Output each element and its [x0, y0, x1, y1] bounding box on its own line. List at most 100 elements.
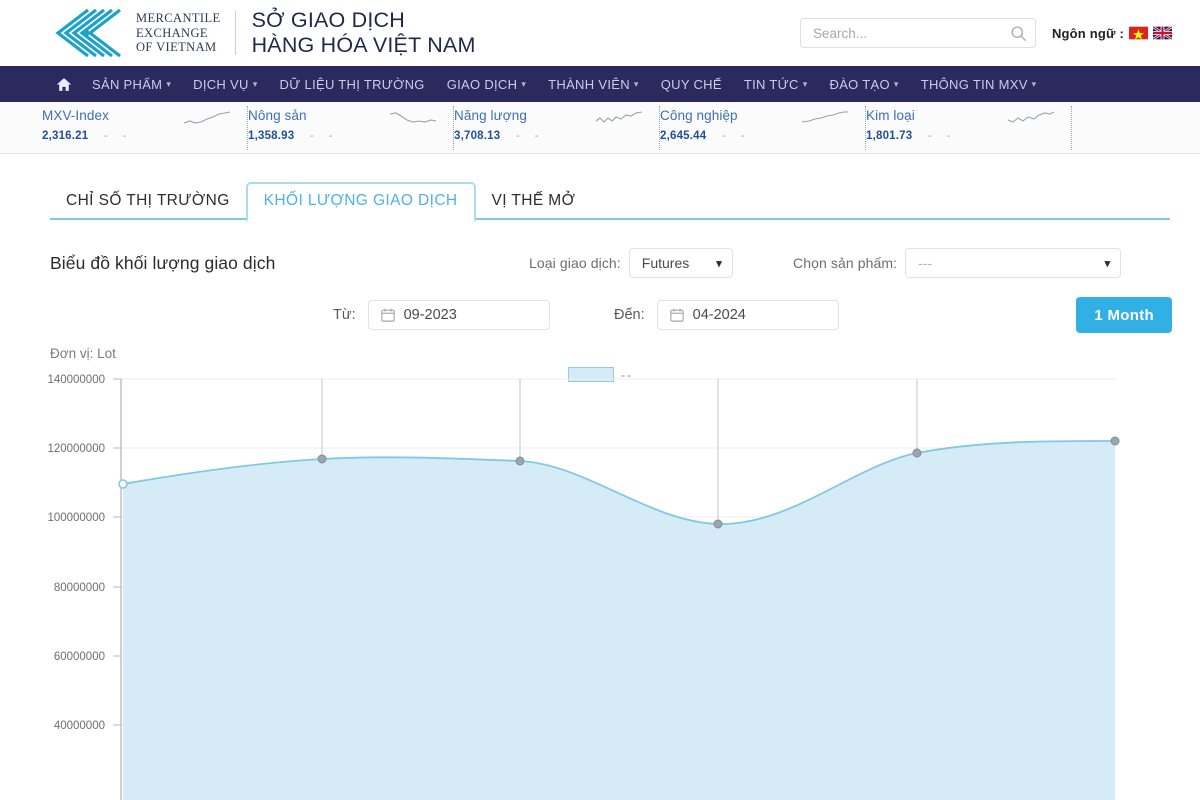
product-control: Chọn sản phấm: --- ▾	[793, 248, 1122, 278]
sparkline-icon	[595, 110, 643, 123]
range-1-month-button[interactable]: 1 Month	[1076, 297, 1172, 333]
chevron-down-icon: ▾	[802, 79, 808, 89]
chart-controls-row-2: Từ: 09-2023 Đến: 04-2024 1 Month	[0, 297, 1200, 333]
y-tick-label-2: 100000000	[47, 512, 105, 524]
nav-item-home[interactable]	[56, 77, 72, 92]
data-point[interactable]	[713, 519, 723, 529]
search-box[interactable]	[799, 18, 1036, 48]
to-date-input[interactable]: 04-2024	[656, 300, 839, 330]
to-date-value: 04-2024	[692, 307, 746, 323]
nav-label-5: QUY CHẾ	[660, 76, 722, 92]
search-input[interactable]	[812, 25, 1010, 41]
logo[interactable]: MERCANTILE EXCHANGE OF VIETNAM	[48, 7, 221, 59]
uk-flag-icon[interactable]	[1153, 26, 1172, 40]
from-label: Từ:	[333, 307, 356, 323]
nav-label-7: ĐÀO TẠO	[829, 76, 890, 92]
ticker-name: Công nghiệp	[660, 107, 738, 123]
trade-type-value: Futures	[641, 255, 690, 271]
nav-item-1[interactable]: DỊCH VỤ ▾	[193, 77, 257, 92]
index-ticker-bar: MXV-Index 2,316.21 - - Nông sản 1,358.93…	[0, 102, 1200, 154]
tab-khoi-luong-giao-dich[interactable]: KHỐI LƯỢNG GIAO DỊCH	[245, 182, 476, 222]
nav-item-2[interactable]: DỮ LIỆU THỊ TRƯỜNG	[280, 77, 425, 92]
to-label: Đến:	[614, 307, 645, 323]
chart-controls-row-1: Biểu đồ khối lượng giao dịch Loại giao d…	[0, 246, 1200, 280]
tab-label: KHỐI LƯỢNG GIAO DỊCH	[263, 192, 458, 209]
chevron-down-icon: ▾	[893, 79, 899, 89]
nav-item-0[interactable]: SẢN PHẨM ▾	[92, 77, 171, 92]
sparkline-icon	[1007, 111, 1055, 123]
y-tick-label-1: 120000000	[47, 443, 105, 455]
nav-item-7[interactable]: ĐÀO TẠO ▾	[830, 77, 899, 92]
y-tick-label-5: 40000000	[54, 720, 105, 732]
ticker-change: - -	[516, 129, 545, 142]
ticker-value: 1,358.93	[248, 129, 295, 142]
logo-line-2: EXCHANGE	[136, 25, 208, 40]
from-date-input[interactable]: 09-2023	[367, 300, 550, 330]
tab-chi-so-thi-truong[interactable]: CHỈ SỐ THỊ TRƯỜNG	[50, 182, 246, 220]
language-switcher[interactable]: Ngôn ngữ :	[1052, 26, 1172, 41]
ticker-name: Kim loại	[866, 107, 915, 123]
ticker-change: - -	[104, 129, 133, 142]
content-tabs: CHỈ SỐ THỊ TRƯỜNG KHỐI LƯỢNG GIAO DỊCH V…	[30, 180, 1170, 222]
ticker-name: MXV-Index	[42, 107, 109, 123]
page-title: Biểu đồ khối lượng giao dịch	[50, 252, 276, 273]
trade-type-label: Loại giao dịch:	[529, 255, 621, 271]
data-point[interactable]	[118, 479, 128, 489]
chevron-down-icon: ▾	[166, 79, 172, 89]
nav-item-3[interactable]: GIAO DỊCH ▾	[447, 77, 526, 92]
nav-item-5[interactable]: QUY CHẾ	[661, 77, 722, 92]
chart-unit-label: Đơn vị: Lot	[50, 346, 116, 361]
ticker-item-cong-nghiep[interactable]: Công nghiệp 2,645.44 - -	[660, 105, 866, 150]
nav-label-6: TIN TỨC	[743, 76, 799, 92]
chevron-down-icon: ▾	[521, 79, 527, 89]
tab-vi-the-mo[interactable]: VỊ THẾ MỞ	[476, 182, 592, 220]
ticker-name: Năng lượng	[454, 107, 527, 123]
volume-chart: -- 140000000 120000000 100000000 8000000…	[0, 367, 1200, 800]
search-icon[interactable]	[1010, 25, 1027, 42]
sparkline-icon	[801, 110, 848, 123]
ticker-item-mxv-index[interactable]: MXV-Index 2,316.21 - -	[42, 105, 248, 150]
trade-type-select[interactable]: Futures ▾	[628, 248, 733, 278]
vietnam-flag-icon[interactable]	[1129, 26, 1148, 40]
ticker-item-nang-luong[interactable]: Năng lượng 3,708.13 - -	[454, 105, 660, 150]
sparkline-icon	[389, 111, 437, 123]
nav-item-8[interactable]: THÔNG TIN MXV ▾	[921, 77, 1037, 92]
logo-wordmark: MERCANTILE EXCHANGE OF VIETNAM	[136, 11, 221, 55]
y-tick-marks	[113, 378, 121, 726]
nav-item-4[interactable]: THÀNH VIÊN ▾	[548, 77, 639, 92]
tab-label: VỊ THẾ MỞ	[491, 192, 576, 209]
brand-line-1: SỞ GIAO DỊCH	[251, 8, 405, 32]
ticker-item-kim-loai[interactable]: Kim loại 1,801.73 - -	[866, 105, 1072, 150]
language-label: Ngôn ngữ :	[1051, 25, 1124, 41]
ticker-value: 2,316.21	[42, 129, 89, 142]
data-point[interactable]	[515, 456, 525, 466]
site-header: MERCANTILE EXCHANGE OF VIETNAM SỞ GIAO D…	[0, 0, 1200, 66]
nav-label-4: THÀNH VIÊN	[548, 76, 630, 92]
nav-label-1: DỊCH VỤ	[193, 76, 249, 92]
ticker-change: - -	[928, 129, 957, 142]
nav-item-6[interactable]: TIN TỨC ▾	[744, 77, 808, 92]
ticker-change: - -	[310, 129, 339, 142]
to-date-control: Đến: 04-2024	[614, 300, 839, 330]
y-tick-label-0: 140000000	[47, 374, 105, 386]
data-point[interactable]	[1110, 436, 1120, 446]
nav-label-0: SẢN PHẨM	[92, 76, 163, 92]
data-point[interactable]	[317, 454, 327, 464]
data-point[interactable]	[912, 448, 922, 458]
chevron-down-icon: ▾	[1104, 257, 1111, 270]
chevron-down-icon: ▾	[716, 257, 722, 270]
nav-label-8: THÔNG TIN MXV	[920, 76, 1028, 92]
mxv-logo-icon	[55, 8, 121, 58]
home-icon[interactable]	[56, 77, 72, 92]
trade-type-control: Loại giao dịch: Futures ▾	[529, 248, 733, 278]
ticker-value: 3,708.13	[454, 129, 501, 142]
chart-area-fill	[123, 440, 1115, 800]
main-navigation: SẢN PHẨM ▾ DỊCH VỤ ▾ DỮ LIỆU THỊ TRƯỜNG …	[0, 66, 1200, 102]
nav-label-3: GIAO DỊCH	[446, 76, 518, 92]
brand-title: SỞ GIAO DỊCH HÀNG HÓA VIỆT NAM	[252, 8, 476, 58]
ticker-item-nong-san[interactable]: Nông sản 1,358.93 - -	[248, 105, 454, 150]
sparkline-icon	[183, 110, 231, 124]
y-tick-label-3: 80000000	[54, 582, 105, 594]
chart-canvas: 140000000 120000000 100000000 80000000 6…	[47, 374, 1120, 800]
product-select[interactable]: --- ▾	[905, 248, 1122, 278]
